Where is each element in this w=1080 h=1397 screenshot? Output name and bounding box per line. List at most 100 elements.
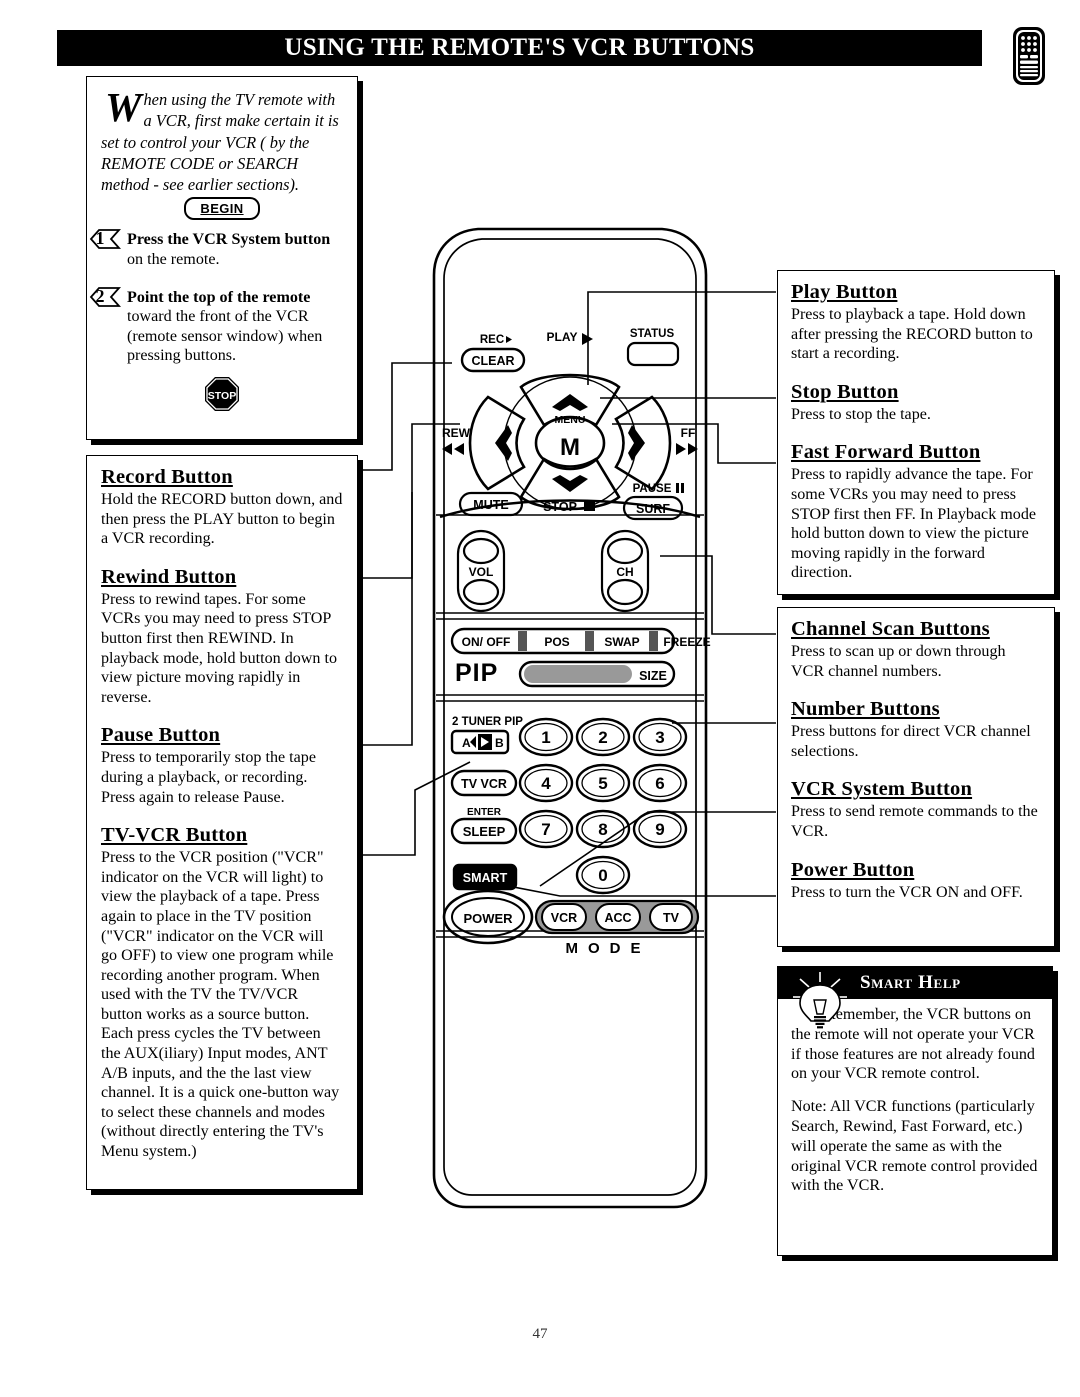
step-2-bold: Point the top of the remote xyxy=(127,288,311,306)
intro-dropcap: W xyxy=(105,84,142,130)
smart-help-paragraph-2: Note: All VCR functions (particularly Se… xyxy=(791,1098,1038,1195)
callout-text: Press buttons for direct VCR channel sel… xyxy=(791,723,1031,760)
remote-label-pip-freeze: FREEZE xyxy=(663,635,710,649)
stop-badge-label: STOP xyxy=(208,390,236,402)
remote-label-ff: FF xyxy=(681,426,696,440)
callout-text: Hold the RECORD button down, and then pr… xyxy=(101,491,343,548)
remote-key-7: 7 xyxy=(541,820,550,839)
callout-rewind-button: Rewind Button Press to rewind tapes. For… xyxy=(101,566,343,708)
remote-key-3: 3 xyxy=(655,728,664,747)
remote-label-mode-acc: ACC xyxy=(604,911,631,925)
remote-label-mute: MUTE xyxy=(473,498,508,512)
lightbulb-icon xyxy=(790,969,854,1031)
remote-key-9: 9 xyxy=(655,820,664,839)
remote-label-tuner-pip: 2 TUNER PIP xyxy=(452,716,523,728)
remote-label-status: STATUS xyxy=(630,328,675,340)
callout-heading: VCR System Button xyxy=(791,778,973,801)
callout-text: Press to temporarily stop the tape durin… xyxy=(101,749,316,806)
remote-key-6: 6 xyxy=(655,774,664,793)
remote-label-vol: VOL xyxy=(469,565,494,579)
remote-label-enter: ENTER xyxy=(467,807,502,818)
remote-key-4: 4 xyxy=(541,774,551,793)
step-1-bold: Press the VCR System button xyxy=(127,231,331,249)
callout-heading: Rewind Button xyxy=(101,565,237,588)
callout-play-button: Play Button Press to playback a tape. Ho… xyxy=(791,281,1042,364)
callout-text: Press to stop the tape. xyxy=(791,405,931,423)
remote-label-tv-vcr: TV VCR xyxy=(461,777,507,791)
remote-label-ab-b: B xyxy=(495,736,504,750)
right-callout-box-top: Play Button Press to playback a tape. Ho… xyxy=(777,270,1055,595)
remote-label-pause: PAUSE xyxy=(633,483,672,495)
remote-label-pip-onoff: ON/ OFF xyxy=(462,635,511,649)
page-title-bar: Using the Remote's VCR Buttons xyxy=(57,30,982,66)
left-callout-box: Record Button Hold the RECORD button dow… xyxy=(86,455,358,1190)
callout-vcr-system-button: VCR System Button Press to send remote c… xyxy=(791,778,1042,841)
callout-pause-button: Pause Button Press to temporarily stop t… xyxy=(101,724,343,807)
callout-heading: Power Button xyxy=(791,858,915,881)
callout-text: Press to rapidly advance the tape. For s… xyxy=(791,466,1037,582)
step-1-rest: on the remote. xyxy=(127,251,220,269)
callout-text: Press to turn the VCR ON and OFF. xyxy=(791,883,1023,901)
begin-label: BEGIN xyxy=(200,201,244,217)
callout-text: Press to scan up or down through VCR cha… xyxy=(791,643,1006,680)
remote-key-5: 5 xyxy=(598,774,607,793)
callout-text: Press to playback a tape. Hold down afte… xyxy=(791,306,1033,363)
remote-label-pip: PIP xyxy=(455,659,498,687)
step-1-text: Press the VCR System button on the remot… xyxy=(127,230,343,269)
callout-channel-scan-buttons: Channel Scan Buttons Press to scan up or… xyxy=(791,618,1042,681)
callout-record-button: Record Button Hold the RECORD button dow… xyxy=(101,466,343,549)
remote-illustration: REC CLEAR PLAY STATUS MENU M REW FF MUTE… xyxy=(400,215,740,1215)
remote-label-mode-tv: TV xyxy=(663,911,680,925)
smart-help-box: Smart Help Remember, the VCR buttons on … xyxy=(777,966,1053,1256)
remote-label-stop: STOP xyxy=(543,500,577,514)
callout-text: Press to the VCR position ("VCR" indicat… xyxy=(101,849,340,1161)
remote-label-rew: REW xyxy=(442,426,471,440)
page-title: Using the Remote's VCR Buttons xyxy=(284,34,755,61)
callout-heading: Channel Scan Buttons xyxy=(791,618,990,640)
step-2: 2 Point the top of the remote toward the… xyxy=(89,286,343,366)
callout-heading: Pause Button xyxy=(101,724,221,747)
remote-control-icon xyxy=(1012,26,1046,86)
callout-number-buttons: Number Buttons Press buttons for direct … xyxy=(791,698,1042,761)
stop-badge: STOP xyxy=(204,376,240,412)
callout-heading: Record Button xyxy=(101,466,233,488)
remote-label-mode-vcr: VCR xyxy=(551,911,577,925)
step-2-rest: toward the front of the VCR (remote sens… xyxy=(127,308,323,365)
remote-key-2: 2 xyxy=(598,728,607,747)
smart-help-title: Smart Help xyxy=(860,972,961,993)
remote-label-ch: CH xyxy=(616,565,633,579)
callout-heading: Stop Button xyxy=(791,380,899,403)
remote-label-menu-key: M xyxy=(560,434,580,461)
callout-stop-button: Stop Button Press to stop the tape. xyxy=(791,381,1042,425)
callout-text: Press to send remote commands to the VCR… xyxy=(791,803,1038,840)
remote-label-ab-a: A xyxy=(462,736,471,750)
callout-heading: Play Button xyxy=(791,281,898,303)
remote-label-power: POWER xyxy=(463,911,513,926)
callout-heading: Number Buttons xyxy=(791,698,940,721)
step-1-number: 1 xyxy=(89,228,122,250)
remote-label-mode: MODE xyxy=(566,940,651,957)
begin-badge: BEGIN xyxy=(184,197,260,221)
callout-heading: TV-VCR Button xyxy=(101,824,248,847)
remote-label-play: PLAY xyxy=(547,330,578,344)
callout-power-button: Power Button Press to turn the VCR ON an… xyxy=(791,859,1042,903)
remote-key-8: 8 xyxy=(598,820,607,839)
step-1: 1 Press the VCR System button on the rem… xyxy=(89,228,343,269)
callout-fast-forward-button: Fast Forward Button Press to rapidly adv… xyxy=(791,441,1042,583)
intro-paragraph: When using the TV remote with a VCR, fir… xyxy=(101,84,343,195)
intro-box: When using the TV remote with a VCR, fir… xyxy=(86,76,358,440)
callout-heading: Fast Forward Button xyxy=(791,441,981,464)
remote-label-sleep: SLEEP xyxy=(463,824,506,839)
page-number: 47 xyxy=(532,1326,548,1342)
remote-label-smart: SMART xyxy=(463,871,508,885)
remote-key-1: 1 xyxy=(541,728,550,747)
right-callout-box-bottom: Channel Scan Buttons Press to scan up or… xyxy=(777,607,1055,947)
manual-page: Using the Remote's VCR Buttons When usin… xyxy=(0,0,1080,1397)
remote-label-rec: REC xyxy=(480,334,504,346)
remote-label-menu: MENU xyxy=(555,414,586,426)
step-2-text: Point the top of the remote toward the f… xyxy=(127,288,343,366)
remote-label-surf: SURF xyxy=(636,502,670,516)
remote-label-clear: CLEAR xyxy=(471,354,514,368)
remote-label-pip-size: SIZE xyxy=(639,669,667,683)
step-2-number: 2 xyxy=(89,286,122,307)
